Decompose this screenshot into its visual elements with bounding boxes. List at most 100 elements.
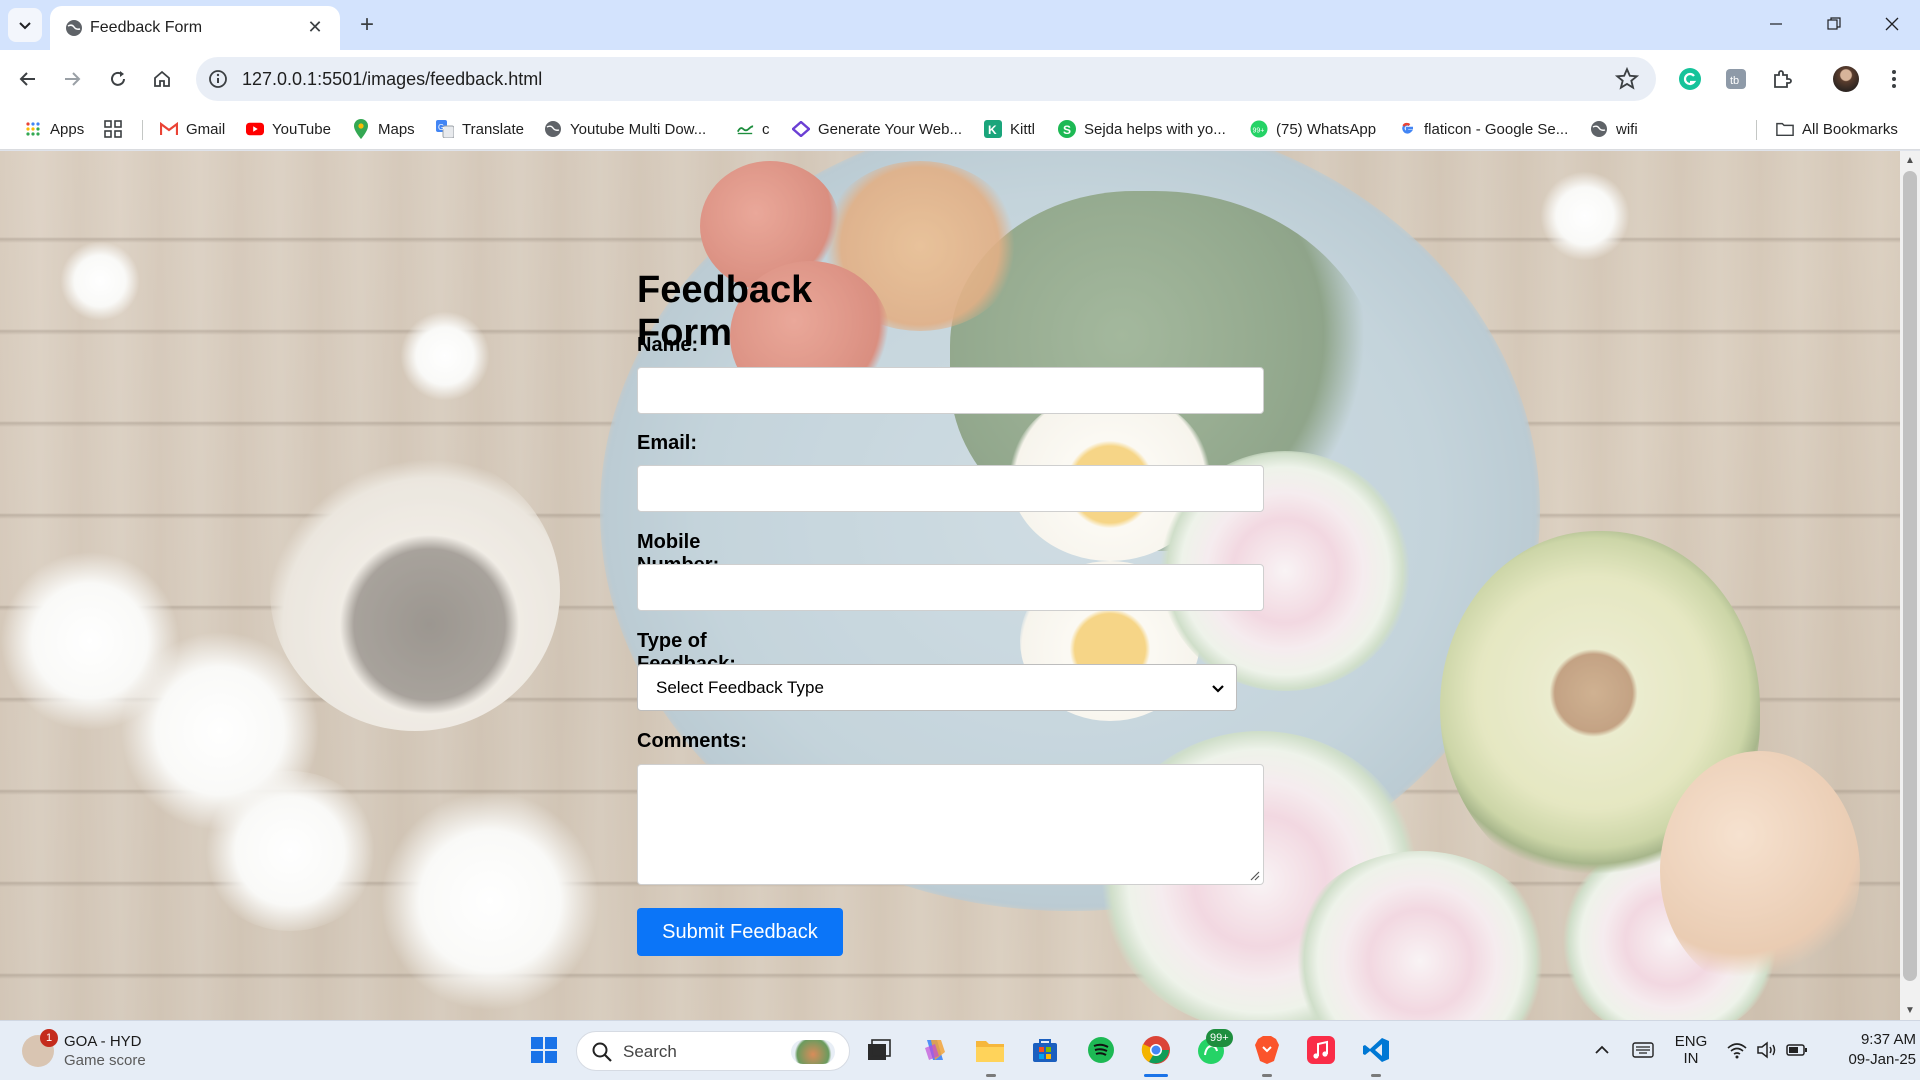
minimize-icon[interactable] xyxy=(1748,0,1804,48)
bookmark-label: Apps xyxy=(50,120,85,138)
url-text[interactable]: 127.0.0.1:5501/images/feedback.html xyxy=(242,69,542,90)
extensions-puzzle-icon[interactable] xyxy=(1768,65,1796,93)
bookmarks-bar: Apps Gmail YouTube Maps G Translate Yout xyxy=(0,108,1920,150)
site-info-icon[interactable] xyxy=(206,67,230,91)
bookmark-label: (75) WhatsApp xyxy=(1276,120,1377,138)
bookmark-grid[interactable] xyxy=(104,116,130,142)
menu-kebab-icon[interactable] xyxy=(1880,65,1908,93)
resize-grip-icon[interactable] xyxy=(1250,871,1260,881)
bookmark-generate[interactable]: Generate Your Web... xyxy=(792,116,962,142)
microsoft-store-icon[interactable] xyxy=(1028,1033,1062,1067)
mobile-number-field[interactable] xyxy=(637,564,1264,611)
bookmark-youtube[interactable]: YouTube xyxy=(246,116,331,142)
scrollbar-thumb[interactable] xyxy=(1903,171,1917,981)
chrome-icon[interactable] xyxy=(1139,1033,1173,1067)
grammarly-icon[interactable] xyxy=(1676,65,1704,93)
copilot-icon[interactable] xyxy=(918,1033,952,1067)
battery-icon[interactable] xyxy=(1780,1033,1814,1067)
bookmark-youtube-multi[interactable]: Youtube Multi Dow... xyxy=(544,116,706,142)
bookmark-label: All Bookmarks xyxy=(1802,120,1898,138)
close-window-icon[interactable] xyxy=(1864,0,1920,48)
taskbar-search[interactable]: Search xyxy=(576,1031,850,1071)
name-field[interactable] xyxy=(637,367,1264,414)
bookmark-divider xyxy=(142,120,143,140)
chain-link-icon xyxy=(736,120,754,138)
bookmark-label: wifi xyxy=(1616,120,1638,138)
task-view-icon[interactable] xyxy=(862,1033,896,1067)
svg-text:S: S xyxy=(1063,123,1071,137)
bookmark-sejda[interactable]: S Sejda helps with yo... xyxy=(1058,116,1226,142)
chevron-down-icon xyxy=(1212,685,1224,693)
svg-text:G: G xyxy=(438,123,444,132)
globe-icon xyxy=(66,20,82,36)
keyboard-icon[interactable] xyxy=(1626,1033,1660,1067)
search-icon xyxy=(592,1042,612,1062)
running-indicator xyxy=(1262,1074,1272,1077)
tab-search-button[interactable] xyxy=(8,8,42,42)
page-viewport: Feedback Form Name: Email: Mobile Number… xyxy=(0,151,1900,1020)
browser-toolbar: 127.0.0.1:5501/images/feedback.html tb xyxy=(0,50,1920,108)
spotify-icon[interactable] xyxy=(1084,1033,1118,1067)
home-icon[interactable] xyxy=(146,63,178,95)
maps-pin-icon xyxy=(352,119,370,139)
apple-music-icon[interactable] xyxy=(1304,1033,1338,1067)
gmail-icon xyxy=(160,120,178,138)
volume-icon[interactable] xyxy=(1750,1033,1784,1067)
bookmark-apps[interactable]: Apps xyxy=(24,116,84,142)
language-indicator[interactable]: ENG IN xyxy=(1668,1033,1714,1067)
bookmark-maps[interactable]: Maps xyxy=(352,116,415,142)
extension-tb-icon[interactable]: tb xyxy=(1722,65,1750,93)
active-indicator xyxy=(1144,1074,1168,1077)
bookmark-kittl[interactable]: K Kittl xyxy=(984,116,1035,142)
kittl-icon: K xyxy=(984,120,1002,138)
bookmark-gmail[interactable]: Gmail xyxy=(160,116,225,142)
windows-start-icon[interactable] xyxy=(527,1033,561,1067)
feedback-type-select[interactable]: Select Feedback Type xyxy=(637,664,1237,711)
reload-icon[interactable] xyxy=(102,63,134,95)
sejda-icon: S xyxy=(1058,120,1076,138)
youtube-icon xyxy=(246,120,264,138)
submit-feedback-button[interactable]: Submit Feedback xyxy=(637,908,843,956)
language-code: ENG xyxy=(1674,1033,1708,1050)
tab-strip: Feedback Form ✕ + xyxy=(0,0,1920,50)
comments-textarea[interactable] xyxy=(637,764,1264,885)
vscode-icon[interactable] xyxy=(1359,1033,1393,1067)
whatsapp-icon: 99+ xyxy=(1250,120,1268,138)
whatsapp-unread-badge: 99+ xyxy=(1206,1029,1233,1047)
svg-text:K: K xyxy=(988,123,997,137)
address-bar[interactable]: 127.0.0.1:5501/images/feedback.html xyxy=(196,57,1656,101)
bookmark-star-icon[interactable] xyxy=(1614,66,1640,92)
running-indicator xyxy=(986,1074,996,1077)
new-tab-button[interactable]: + xyxy=(352,10,382,40)
back-icon[interactable] xyxy=(12,63,44,95)
close-tab-icon[interactable]: ✕ xyxy=(302,14,328,40)
bookmark-flaticon[interactable]: flaticon - Google Se... xyxy=(1398,116,1568,142)
widget-title: GOA - HYD xyxy=(64,1033,142,1050)
bookmark-whatsapp[interactable]: 99+ (75) WhatsApp xyxy=(1250,116,1376,142)
svg-text:99+: 99+ xyxy=(1253,128,1265,135)
chevron-up-icon[interactable] xyxy=(1585,1033,1619,1067)
bookmark-label: Youtube Multi Dow... xyxy=(570,120,707,138)
restore-icon[interactable] xyxy=(1806,0,1862,48)
scroll-down-icon[interactable]: ▼ xyxy=(1905,1005,1915,1016)
forward-icon[interactable] xyxy=(56,63,88,95)
bookmark-label: Sejda helps with yo... xyxy=(1084,120,1226,138)
bookmark-label: flaticon - Google Se... xyxy=(1424,120,1569,138)
page-scrollbar[interactable]: ▲ ▼ xyxy=(1900,151,1920,1020)
bookmark-c[interactable]: c xyxy=(736,116,770,142)
name-label: Name: xyxy=(637,334,699,356)
avatar[interactable] xyxy=(1832,65,1860,93)
scroll-up-icon[interactable]: ▲ xyxy=(1905,155,1915,166)
bookmark-wifi[interactable]: wifi xyxy=(1590,116,1638,142)
all-bookmarks[interactable]: All Bookmarks xyxy=(1776,116,1898,142)
widgets-weather[interactable]: 1 GOA - HYD Game score xyxy=(22,1029,202,1071)
clock[interactable]: 9:37 AM 09-Jan-25 xyxy=(1820,1031,1916,1068)
brave-icon[interactable] xyxy=(1250,1033,1284,1067)
wifi-icon[interactable] xyxy=(1720,1033,1754,1067)
tab-feedback-form[interactable]: Feedback Form ✕ xyxy=(50,6,340,50)
bookmark-divider xyxy=(1756,120,1757,140)
svg-text:tb: tb xyxy=(1730,75,1739,87)
bookmark-translate[interactable]: G Translate xyxy=(436,116,524,142)
file-explorer-icon[interactable] xyxy=(973,1033,1007,1067)
email-field[interactable] xyxy=(637,465,1264,512)
